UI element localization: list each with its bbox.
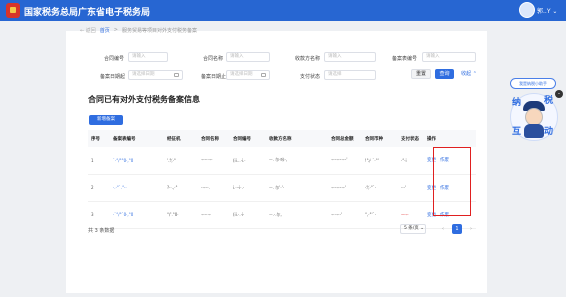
close-icon[interactable]: - xyxy=(555,90,563,98)
col-index: 序号 xyxy=(88,130,110,147)
filing-date-end-placeholder: 请选择日期 xyxy=(230,72,253,77)
assistant-char: 税 xyxy=(544,96,554,106)
table-row: 1 `·°/°°0·,°0 '.°,̸·° ᅮ-·-ᅮ (ii...·i.· ᅳ… xyxy=(88,147,476,175)
row-index: 2 xyxy=(88,174,110,202)
section-title: 合同已有对外支付税务备案信息 xyxy=(88,95,200,104)
row-index: 3 xyxy=(88,201,110,229)
col-payee-name: 收款方名称 xyxy=(266,130,328,147)
calendar-icon xyxy=(174,73,179,77)
col-total-amount: 合同总金额 xyxy=(328,130,362,147)
payee-extra-cell: ᅮ-ᅮ-ᅮ-' xyxy=(328,147,362,175)
prev-page-button[interactable]: ‹ xyxy=(438,224,448,234)
col-actions: 操作 xyxy=(424,130,476,147)
user-menu[interactable]: 郭..Y ⌄ xyxy=(537,6,557,15)
filing-no-label: 备案表编号 xyxy=(392,56,418,62)
filing-no-input[interactable]: 请输入 xyxy=(422,52,476,62)
contract-name-cell: ·ᅮ-·. xyxy=(198,174,230,202)
payment-status-label: 支付状态 xyxy=(300,74,321,80)
breadcrumb-home[interactable]: 首页 xyxy=(100,27,110,34)
breadcrumb-separator: > xyxy=(113,27,118,33)
col-contract-name: 合同名称 xyxy=(198,130,230,147)
total-count: 共 3 条数据 xyxy=(88,228,115,234)
filing-date-start-placeholder: 请选择日期 xyxy=(132,72,155,77)
contract-no-input[interactable]: 请输入 xyxy=(128,52,168,62)
contract-name-label: 合同名称 xyxy=(203,56,224,62)
page-number-button[interactable]: 1 xyxy=(452,224,462,234)
filing-date-end-input[interactable]: 请选择日期 xyxy=(226,70,270,80)
contract-name-cell: ᅮ-·ᅮ xyxy=(198,201,230,229)
breadcrumb: ← 返回 首页 > 服务贸易等项目对外支付税务备案 xyxy=(80,25,197,35)
payee-name-cell: ᅳ. 尓'·'· xyxy=(266,174,328,202)
assistant-char: 纳 xyxy=(512,98,522,108)
filing-no-cell: ·`°/°`0·,°0 xyxy=(110,201,164,229)
calendar-icon xyxy=(261,73,266,77)
col-authority: 经征机 xyxy=(164,130,198,147)
col-currency: 合同币种 xyxy=(362,130,398,147)
authority-cell: ?··.,·° xyxy=(164,174,198,202)
payee-name-label: 收款方名称 xyxy=(295,56,321,62)
payee-extra-cell: ᅮ-ᅮ-ᅮ' xyxy=(328,174,362,202)
top-bar: 国家税务总局广东省电子税务局 郭..Y ⌄ xyxy=(0,0,566,21)
avatar[interactable] xyxy=(519,2,535,18)
next-page-button[interactable]: › xyxy=(466,224,476,234)
assistant-char: 互 xyxy=(512,127,522,137)
assistant-widget[interactable]: 我是纳税小助手 纳 税 互 动 - xyxy=(508,78,564,156)
mascot-body-icon xyxy=(524,124,544,138)
filing-date-start-input[interactable]: 请选择日期 xyxy=(128,70,183,80)
actions-highlight-box xyxy=(433,147,471,216)
currency-cell: °,·°'`· xyxy=(362,201,398,229)
filing-date-start-label: 备案日期起 xyxy=(100,74,126,80)
col-contract-no: 合同编号 xyxy=(230,130,266,147)
contract-name-cell: ᅮ-·-ᅮ xyxy=(198,147,230,175)
filing-no-cell: ·.·°`.°·· xyxy=(110,174,164,202)
filing-table: 序号 备案表编号 经征机 合同名称 合同编号 收款方名称 合同总金额 合同币种 … xyxy=(88,130,476,229)
currency-cell: ·°,̸·°`· xyxy=(362,174,398,202)
collapse-button[interactable]: 收起 ⌃ xyxy=(458,69,480,79)
contract-no-label: 合同编号 xyxy=(104,56,125,62)
page-size-select[interactable]: 5 条/页 ⌄ xyxy=(400,224,426,234)
payment-status-cell: ·°·i xyxy=(398,147,424,175)
authority-cell: °/'.°0· xyxy=(164,201,198,229)
payee-extra-cell: ᅮ·ᅮ·' xyxy=(328,201,362,229)
currency-cell: !°,·̸ `·°' xyxy=(362,147,398,175)
payment-status-select[interactable]: 请选择 xyxy=(324,70,376,80)
payee-name-cell: ᅳ. 尓·咔·, xyxy=(266,147,328,175)
filing-date-end-label: 备案日期止 xyxy=(201,74,227,80)
contract-no-cell: (ii...·i.· xyxy=(230,147,266,175)
reset-button[interactable]: 重置 xyxy=(411,69,431,79)
contract-name-input[interactable]: 请输入 xyxy=(226,52,270,62)
assistant-char: 动 xyxy=(544,127,554,137)
app-title: 国家税务总局广东省电子税务局 xyxy=(24,8,151,18)
assistant-bubble[interactable]: 我是纳税小助手 xyxy=(510,78,556,89)
filing-no-cell: `·°/°°0·,°0 xyxy=(110,147,164,175)
table-row: 2 ·.·°`.°·· ?··.,·° ·ᅮ-·. i.···i·.· ᅳ. 尓… xyxy=(88,174,476,202)
col-payment-status: 支付状态 xyxy=(398,130,424,147)
payee-name-input[interactable]: 请输入 xyxy=(324,52,376,62)
row-index: 1 xyxy=(88,147,110,175)
search-button[interactable]: 查询 xyxy=(435,69,454,79)
table-header-row: 序号 备案表编号 经征机 合同名称 合同编号 收款方名称 合同总金额 合同币种 … xyxy=(88,130,476,147)
back-link[interactable]: ← 返回 xyxy=(80,27,96,34)
contract-no-cell: i.···i·.· xyxy=(230,174,266,202)
payment-status-cell: ··-' xyxy=(398,174,424,202)
authority-cell: '.°,̸·° xyxy=(164,147,198,175)
breadcrumb-current: 服务贸易等项目对外支付税务备案 xyxy=(122,27,198,34)
add-filing-button[interactable]: 新增备案 xyxy=(89,115,123,125)
tax-emblem-icon xyxy=(6,3,20,18)
col-filing-no: 备案表编号 xyxy=(110,130,164,147)
payee-name-cell: ᅳ.·.尓, xyxy=(266,201,328,229)
contract-no-cell: (ii.·.·i· xyxy=(230,201,266,229)
